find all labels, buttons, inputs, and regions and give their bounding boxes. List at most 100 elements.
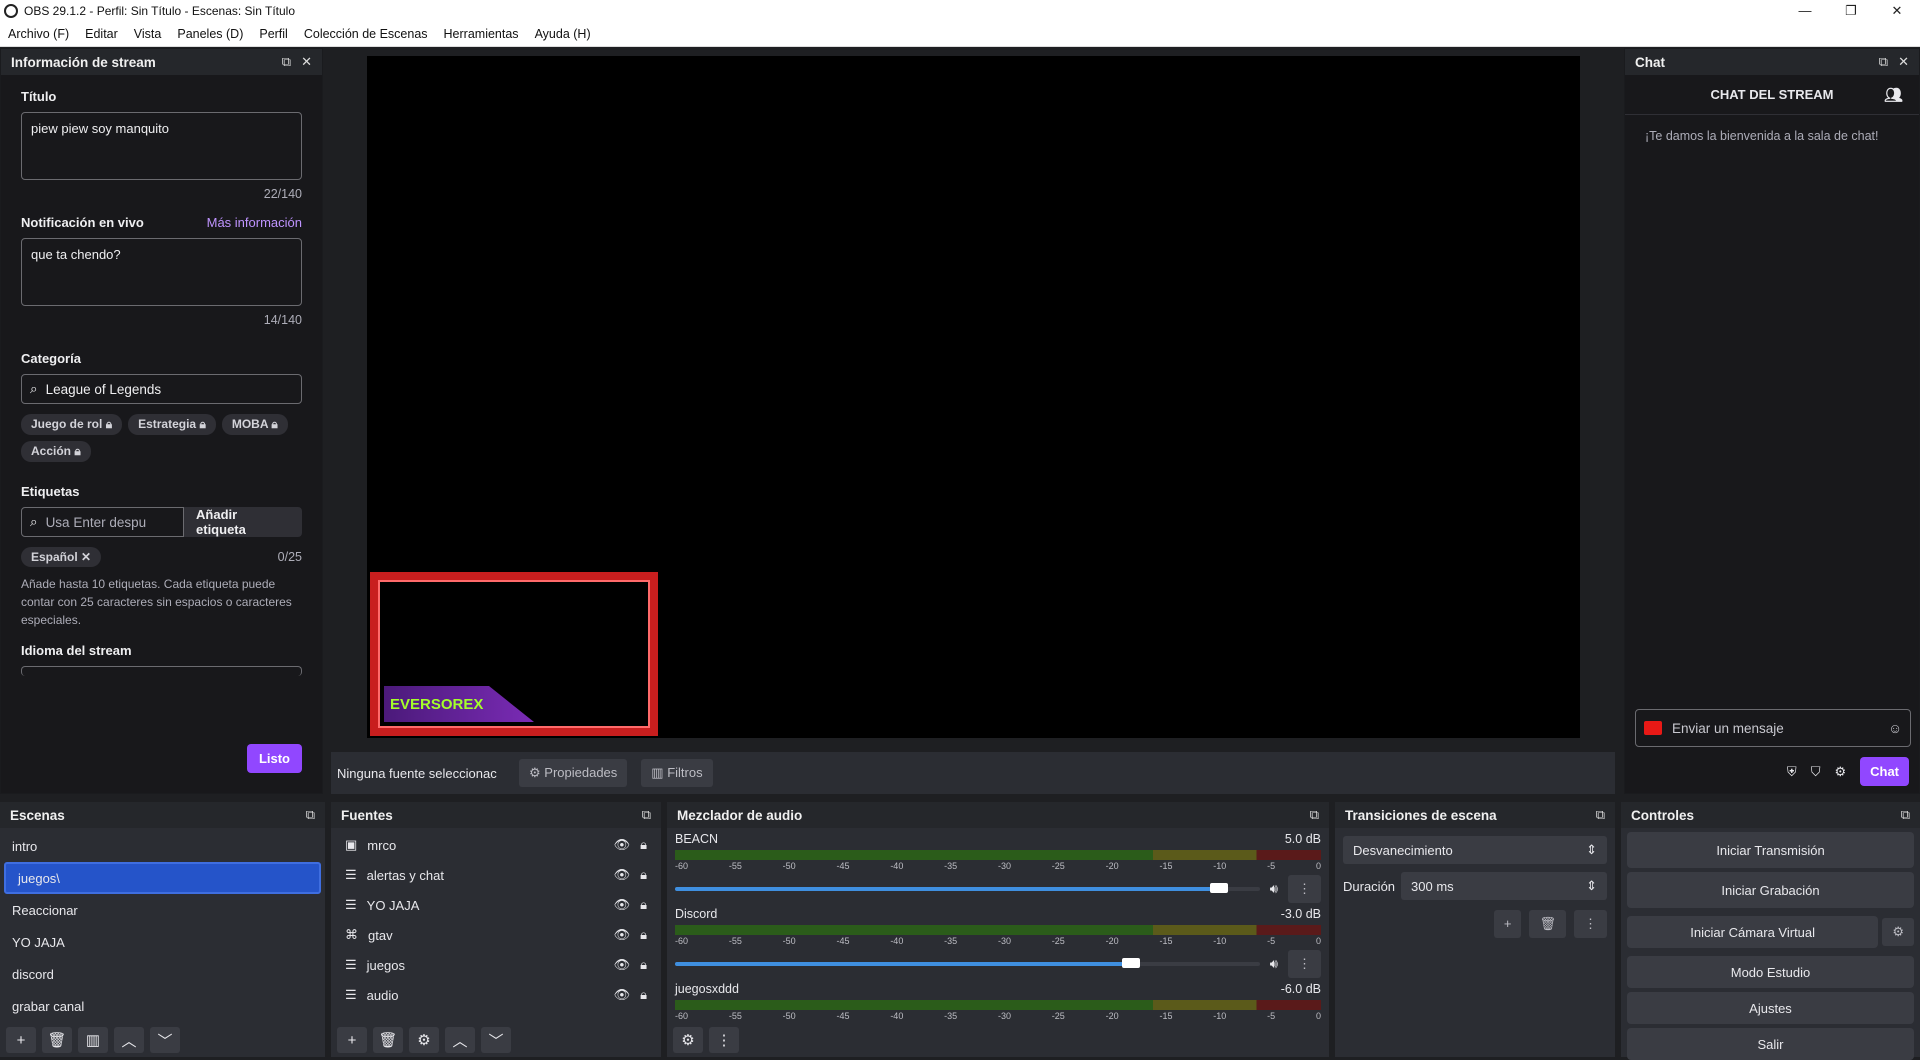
volume-slider[interactable] — [675, 958, 1260, 968]
preview-area[interactable]: EVERSOREX — [331, 48, 1615, 752]
chevron-up-icon[interactable]: ︿ — [445, 1027, 475, 1053]
chat-button[interactable]: Chat — [1860, 757, 1909, 786]
float-icon[interactable]: ⧉ — [1901, 807, 1910, 823]
speaker-icon[interactable]: 🔊︎ — [1270, 956, 1278, 972]
more-icon[interactable]: ⋮ — [709, 1027, 739, 1053]
menu-herramientas[interactable]: Herramientas — [436, 27, 527, 41]
more-info-link[interactable]: Más información — [207, 215, 302, 230]
source-row[interactable]: ▣ mrco 👁︎ 🔒︎ — [331, 830, 661, 860]
gear-icon[interactable]: ⚙ — [673, 1027, 703, 1053]
add-icon[interactable]: + — [6, 1027, 36, 1053]
transition-select[interactable]: Desvanecimiento ⇕ — [1343, 836, 1607, 864]
scene-item[interactable]: YO JAJA — [0, 926, 325, 958]
volume-slider[interactable] — [675, 883, 1260, 893]
chevron-down-icon[interactable]: ﹀ — [481, 1027, 511, 1053]
lock-icon: 🔒︎ — [640, 837, 647, 852]
close-icon[interactable]: ✕ — [1898, 54, 1909, 70]
meter-scale-label: -25 — [1051, 861, 1065, 871]
exit-button[interactable]: Salir — [1627, 1028, 1914, 1060]
source-row[interactable]: ⌘ gtav 👁︎ 🔒︎ — [331, 920, 661, 950]
gear-icon[interactable]: ⚙ — [1834, 764, 1846, 780]
scene-item[interactable]: intro — [0, 830, 325, 862]
studio-mode-button[interactable]: Modo Estudio — [1627, 956, 1914, 988]
lock-icon: 🔒︎ — [74, 444, 81, 458]
add-icon[interactable]: + — [1493, 910, 1522, 938]
scene-item-selected[interactable]: juegos\ — [4, 862, 321, 894]
menu-editar[interactable]: Editar — [77, 27, 126, 41]
mixer-channel: BEACN 5.0 dB -60 -55 -50 -45 -40 -35 -30 -25 -20-… — [667, 828, 1329, 903]
trash-icon[interactable]: 🗑︎ — [373, 1027, 403, 1053]
preview-canvas[interactable]: EVERSOREX — [367, 56, 1580, 738]
gear-icon[interactable]: ⚙ — [1882, 918, 1914, 946]
chevron-up-icon[interactable]: ︿ — [114, 1027, 144, 1053]
search-icon: ⌕ — [30, 514, 38, 529]
list-icon: ☰ — [345, 867, 357, 882]
menu-vista[interactable]: Vista — [126, 27, 170, 41]
chevron-down-icon[interactable]: ﹀ — [150, 1027, 180, 1053]
speaker-icon[interactable]: 🔊︎ — [1270, 881, 1278, 897]
minimize-icon[interactable]: — — [1782, 3, 1828, 19]
source-row[interactable]: ☰ audio 👁︎ 🔒︎ — [331, 980, 661, 1010]
menu-ayuda[interactable]: Ayuda (H) — [527, 27, 599, 41]
lang-select[interactable] — [21, 666, 302, 676]
duration-input[interactable]: 300 ms ⇕ — [1401, 872, 1607, 900]
tags-input[interactable]: ⌕ Usa Enter despu — [21, 507, 185, 537]
start-record-button[interactable]: Iniciar Grabación — [1627, 872, 1914, 908]
meter-scale-label: -20 — [1105, 1011, 1119, 1021]
properties-button[interactable]: ⚙ Propiedades — [519, 759, 628, 787]
float-icon[interactable]: ⧉ — [1879, 54, 1888, 70]
scene-item[interactable]: Reaccionar — [0, 894, 325, 926]
settings-button[interactable]: Ajustes — [1627, 992, 1914, 1024]
add-tag-button[interactable]: Añadir etiqueta — [184, 507, 302, 537]
chat-input[interactable]: Enviar un mensaje ☺ — [1635, 709, 1911, 747]
float-icon[interactable]: ⧉ — [642, 807, 651, 823]
start-stream-button[interactable]: Iniciar Transmisión — [1627, 832, 1914, 868]
title-field[interactable]: piew piew soy manquito — [21, 112, 302, 180]
float-icon[interactable]: ⧉ — [306, 807, 315, 823]
float-icon[interactable]: ⧉ — [282, 54, 291, 70]
image-icon: ▣ — [345, 837, 358, 852]
source-row[interactable]: ☰ juegos 👁︎ 🔒︎ — [331, 950, 661, 980]
category-input[interactable]: ⌕ League of Legends — [21, 374, 302, 404]
trash-icon[interactable]: 🗑︎ — [1529, 910, 1566, 938]
menu-paneles[interactable]: Paneles (D) — [169, 27, 251, 41]
shield-icon[interactable]: ⛨ — [1787, 764, 1797, 780]
menu-coleccion[interactable]: Colección de Escenas — [296, 27, 436, 41]
menu-perfil[interactable]: Perfil — [251, 27, 295, 41]
gear-icon[interactable]: ⚙ — [409, 1027, 439, 1053]
meter-scale-label: -10 — [1213, 1011, 1227, 1021]
more-icon[interactable]: ⋮ — [1288, 950, 1321, 978]
name-plate: EVERSOREX — [384, 686, 534, 722]
chat-header: Chat ⧉ ✕ — [1625, 49, 1919, 75]
meter-scale-label: -25 — [1051, 936, 1065, 946]
more-icon[interactable]: ⋮ — [1288, 875, 1321, 903]
emoji-icon[interactable]: ☺ — [1888, 721, 1902, 736]
meter-scale-label: -40 — [890, 861, 904, 871]
filters-button[interactable]: ▥ Filtros — [641, 759, 713, 787]
meter-scale-label: -10 — [1213, 936, 1227, 946]
gift-icon[interactable]: ⛉ — [1811, 764, 1821, 780]
virtual-cam-button[interactable]: Iniciar Cámara Virtual — [1627, 916, 1879, 948]
filter-icon[interactable]: ▥ — [78, 1027, 108, 1053]
float-icon[interactable]: ⧉ — [1310, 807, 1319, 823]
close-icon[interactable]: ✕ — [301, 54, 312, 70]
users-icon[interactable]: 👥︎ — [1884, 86, 1903, 104]
close-window-icon[interactable]: ✕ — [1874, 3, 1920, 19]
restore-icon[interactable]: ❐ — [1828, 3, 1874, 19]
source-row[interactable]: ☰ YO JAJA 👁︎ 🔒︎ — [331, 890, 661, 920]
tag-chip[interactable]: Español ✕ — [21, 547, 102, 567]
trash-icon[interactable]: 🗑︎ — [42, 1027, 72, 1053]
float-icon[interactable]: ⧉ — [1596, 807, 1605, 823]
meter-scale-label: -50 — [782, 936, 796, 946]
source-row[interactable]: ☰ alertas y chat 👁︎ 🔒︎ — [331, 860, 661, 890]
slider-knob — [1209, 883, 1228, 893]
scene-item[interactable]: grabar canal — [0, 990, 325, 1022]
list-icon: ☰ — [345, 957, 357, 972]
done-button[interactable]: Listo — [246, 744, 302, 773]
more-icon[interactable]: ⋮ — [1574, 910, 1607, 938]
scene-item[interactable]: discord — [0, 958, 325, 990]
tags-count: 0/25 — [277, 550, 302, 564]
notif-field[interactable]: que ta chendo? — [21, 238, 302, 306]
add-icon[interactable]: + — [337, 1027, 367, 1053]
menu-archivo[interactable]: Archivo (F) — [0, 27, 77, 41]
